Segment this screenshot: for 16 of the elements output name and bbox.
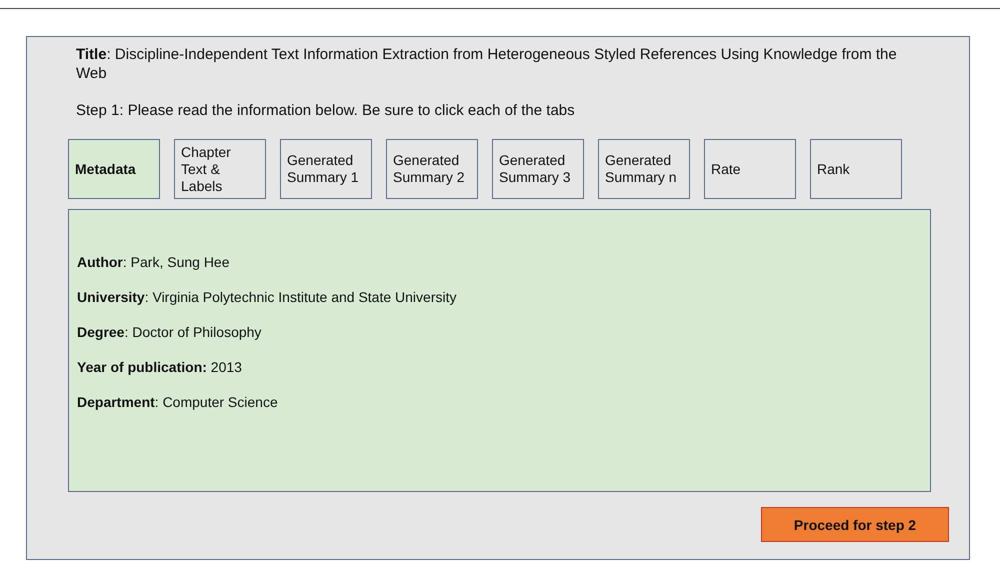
metadata-field: Degree: Doctor of Philosophy — [77, 324, 922, 341]
tab[interactable]: Generated Summary 3 — [492, 139, 584, 199]
tab[interactable]: Generated Summary 1 — [280, 139, 372, 199]
tab[interactable]: Rank — [810, 139, 902, 199]
instruction-text: Step 1: Please read the information below. Be sure to click each of the tabs — [76, 102, 576, 119]
metadata-field: Year of publication: 2013 — [77, 359, 922, 376]
document-title: Title: Discipline-Independent Text Information Extraction from Heterogeneous Styled References Using Knowledge from the Web — [76, 45, 898, 83]
proceed-button[interactable]: Proceed for step 2 — [761, 507, 949, 542]
metadata-field: Department: Computer Science — [77, 394, 922, 411]
metadata-field: Author: Park, Sung Hee — [77, 254, 922, 271]
metadata-field: University: Virginia Polytechnic Institute and State University — [77, 289, 922, 306]
tab[interactable]: Rate — [704, 139, 796, 199]
tab[interactable]: Chapter Text & Labels — [174, 139, 266, 199]
tab[interactable]: Generated Summary 2 — [386, 139, 478, 199]
tab[interactable]: Metadata — [68, 139, 160, 199]
tab[interactable]: Generated Summary n — [598, 139, 690, 199]
